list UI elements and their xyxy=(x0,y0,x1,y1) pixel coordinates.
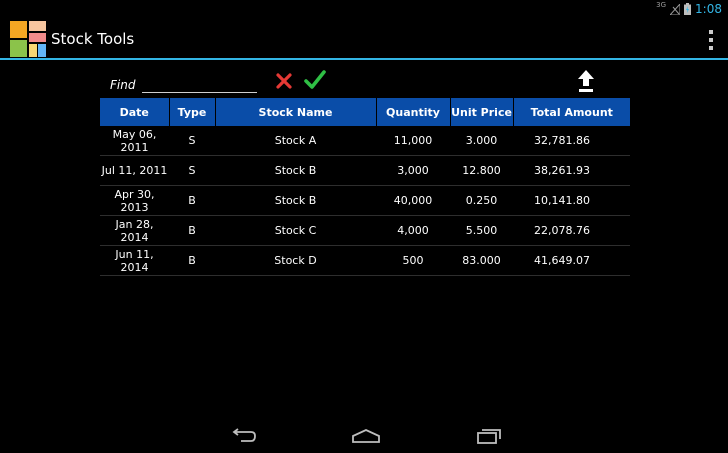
cell-type: B xyxy=(169,185,215,216)
recents-icon[interactable] xyxy=(476,428,502,444)
status-time: 1:08 xyxy=(695,2,722,16)
cell-quantity: 11,000 xyxy=(376,126,450,156)
stock-tools-app-icon xyxy=(10,21,46,57)
find-input[interactable] xyxy=(142,74,257,93)
table-row[interactable]: Apr 30, 2013 B Stock B 40,000 0.250 10,1… xyxy=(100,185,630,216)
stock-transactions-table: Date Type Stock Name Quantity Unit Price… xyxy=(100,98,630,276)
checkmark-icon[interactable] xyxy=(304,70,326,90)
signal-icon xyxy=(670,3,681,15)
cell-quantity: 500 xyxy=(376,245,450,276)
menu-dot xyxy=(709,46,713,50)
overflow-menu-icon[interactable] xyxy=(708,30,714,50)
column-header-stock-name[interactable]: Stock Name xyxy=(215,98,377,126)
cell-stock-name: Stock B xyxy=(215,185,376,216)
cell-unit-price: 83.000 xyxy=(450,245,513,276)
cell-total-amount: 10,141.80 xyxy=(513,185,630,216)
back-icon[interactable] xyxy=(229,428,257,444)
table-row[interactable]: Jul 11, 2011 S Stock B 3,000 12.800 38,2… xyxy=(100,155,630,186)
home-icon[interactable] xyxy=(351,428,381,444)
table-row[interactable]: Jun 11, 2014 B Stock D 500 83.000 41,649… xyxy=(100,245,630,276)
column-header-unit-price[interactable]: Unit Price xyxy=(450,98,514,126)
cell-unit-price: 3.000 xyxy=(450,126,513,156)
action-bar: Stock Tools xyxy=(0,18,728,60)
column-header-type[interactable]: Type xyxy=(169,98,216,126)
cell-date: Apr 30, 2013 xyxy=(100,185,169,216)
cell-quantity: 4,000 xyxy=(376,215,450,246)
cell-unit-price: 5.500 xyxy=(450,215,513,246)
cell-quantity: 40,000 xyxy=(376,185,450,216)
find-label: Find xyxy=(110,78,136,92)
x-icon[interactable] xyxy=(275,72,293,90)
cell-stock-name: Stock A xyxy=(215,126,376,156)
status-bar: 3G 1:08 xyxy=(0,0,728,18)
cell-date: Jul 11, 2011 xyxy=(100,155,169,186)
menu-dot xyxy=(709,38,713,42)
cell-unit-price: 12.800 xyxy=(450,155,513,186)
cell-type: S xyxy=(169,155,215,186)
cell-unit-price: 0.250 xyxy=(450,185,513,216)
upload-arrow-icon[interactable] xyxy=(578,70,594,92)
cell-quantity: 3,000 xyxy=(376,155,450,186)
cell-total-amount: 32,781.86 xyxy=(513,126,630,156)
cell-total-amount: 22,078.76 xyxy=(513,215,630,246)
table-header-row: Date Type Stock Name Quantity Unit Price… xyxy=(100,98,630,126)
cell-stock-name: Stock C xyxy=(215,215,376,246)
cell-total-amount: 41,649.07 xyxy=(513,245,630,276)
cell-stock-name: Stock D xyxy=(215,245,376,276)
app-title: Stock Tools xyxy=(51,30,135,48)
column-header-date[interactable]: Date xyxy=(100,98,170,126)
column-header-quantity[interactable]: Quantity xyxy=(376,98,451,126)
table-row[interactable]: May 06, 2011 S Stock A 11,000 3.000 32,7… xyxy=(100,126,630,156)
cell-date: Jun 11, 2014 xyxy=(100,245,169,276)
cell-stock-name: Stock B xyxy=(215,155,376,186)
navigation-bar xyxy=(0,420,728,453)
battery-icon xyxy=(684,3,692,15)
column-header-total-amount[interactable]: Total Amount xyxy=(513,98,630,126)
table-row[interactable]: Jan 28, 2014 B Stock C 4,000 5.500 22,07… xyxy=(100,215,630,246)
cell-date: May 06, 2011 xyxy=(100,126,169,156)
cell-type: S xyxy=(169,126,215,156)
menu-dot xyxy=(709,30,713,34)
cell-date: Jan 28, 2014 xyxy=(100,215,169,246)
cell-type: B xyxy=(169,245,215,276)
status-indicators: 3G 1:08 xyxy=(656,1,722,17)
network-type-label: 3G xyxy=(656,1,667,9)
cell-total-amount: 38,261.93 xyxy=(513,155,630,186)
cell-type: B xyxy=(169,215,215,246)
